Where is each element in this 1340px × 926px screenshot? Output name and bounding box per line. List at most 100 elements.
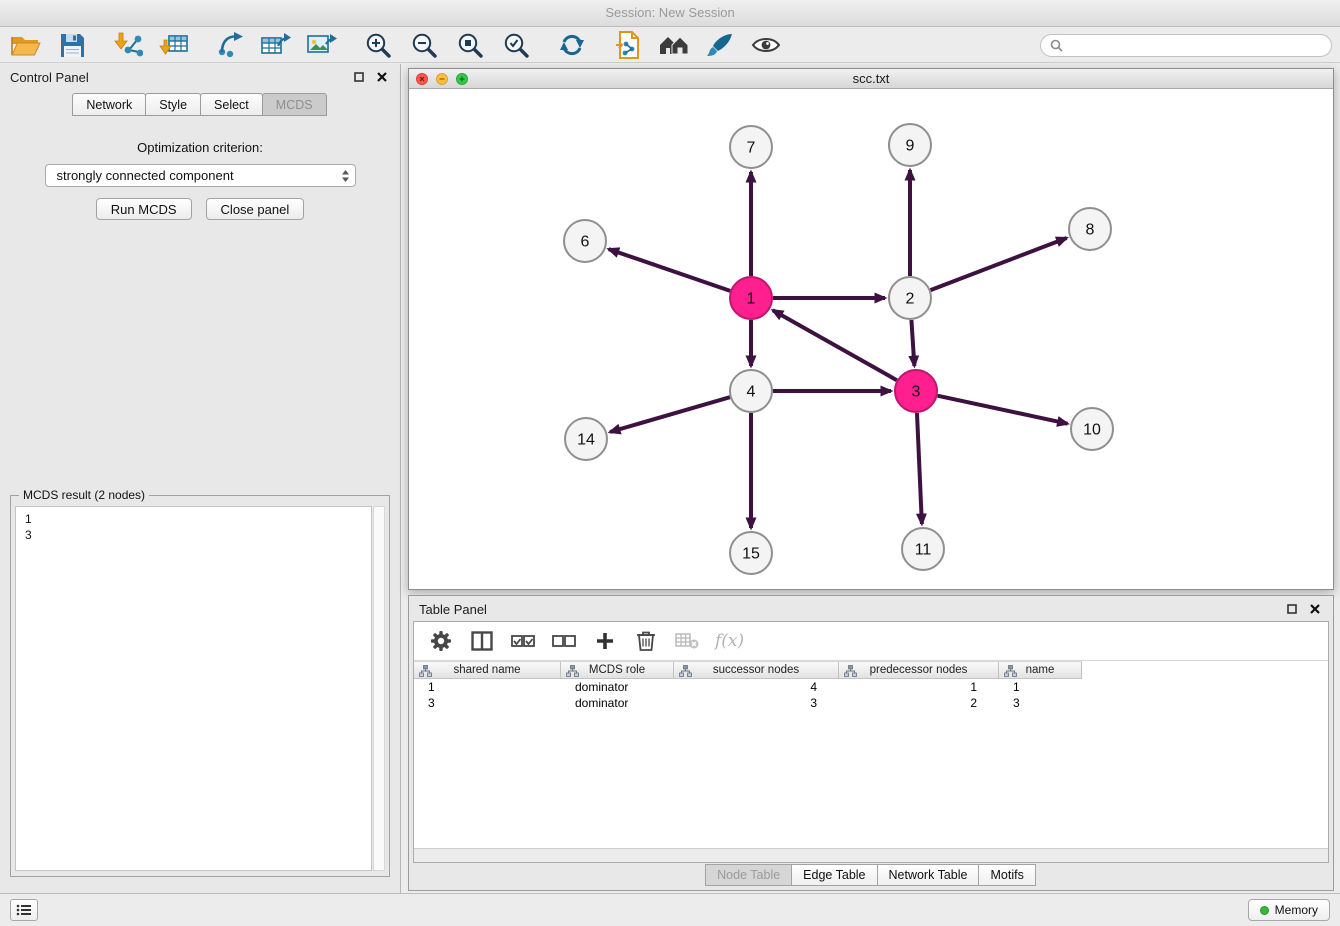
home-button[interactable]: [656, 30, 692, 60]
import-network-button[interactable]: [110, 30, 146, 60]
column-header-successor-nodes[interactable]: successor nodes: [674, 661, 839, 679]
run-mcds-button[interactable]: Run MCDS: [96, 198, 192, 220]
memory-button[interactable]: Memory: [1248, 899, 1330, 921]
attribute-tree-icon: [1004, 665, 1017, 677]
search-box[interactable]: [1040, 34, 1332, 57]
delete-table-button[interactable]: [674, 628, 700, 654]
zoom-fit-button[interactable]: [452, 30, 488, 60]
network-document-button[interactable]: [610, 30, 646, 60]
table-cell[interactable]: 1: [999, 679, 1082, 695]
graph-node-label-8: 8: [1086, 222, 1095, 239]
control-panel-title: Control Panel: [10, 70, 89, 85]
zoom-selected-button[interactable]: [498, 30, 534, 60]
zoom-out-button[interactable]: [406, 30, 442, 60]
graph-edge-3-11[interactable]: [917, 413, 922, 524]
graph-node-label-14: 14: [577, 432, 595, 449]
minimize-window-button[interactable]: [436, 73, 448, 85]
open-session-button[interactable]: [8, 30, 44, 60]
control-panel-tab-mcds[interactable]: MCDS: [262, 93, 327, 116]
add-column-button[interactable]: [592, 628, 618, 654]
window-controls: [416, 73, 468, 85]
show-columns-button[interactable]: [469, 628, 495, 654]
close-panel-button[interactable]: Close panel: [206, 198, 305, 220]
table-cell[interactable]: 1: [414, 679, 561, 695]
eye-icon: [751, 35, 781, 55]
close-icon: [377, 72, 387, 82]
control-panel-tab-network[interactable]: Network: [72, 93, 146, 116]
graph-node-label-7: 7: [747, 140, 756, 157]
graph-edge-1-6[interactable]: [609, 249, 731, 291]
graph-edge-3-10[interactable]: [938, 396, 1068, 424]
style-button[interactable]: [702, 30, 738, 60]
export-network-button[interactable]: [212, 30, 248, 60]
table-cell[interactable]: 3: [674, 695, 839, 711]
graph-edge-3-1[interactable]: [773, 310, 897, 380]
close-control-panel-button[interactable]: [374, 69, 390, 85]
zoom-out-icon: [411, 32, 437, 58]
control-panel-tab-style[interactable]: Style: [145, 93, 201, 116]
table-cell[interactable]: 4: [674, 679, 839, 695]
network-document-icon: [615, 31, 641, 59]
graph-edge-2-8[interactable]: [931, 238, 1067, 290]
style-brush-icon: [706, 32, 734, 58]
table-cell[interactable]: 2: [839, 695, 999, 711]
float-panel-button[interactable]: [351, 69, 367, 85]
table-toolbar: f(x): [414, 622, 1328, 661]
search-icon: [1050, 39, 1063, 52]
table-cell[interactable]: dominator: [561, 679, 674, 695]
zoom-tool-group: [360, 30, 534, 60]
float-window-icon: [354, 72, 364, 82]
search-input[interactable]: [1068, 38, 1322, 52]
table-tab-edge-table[interactable]: Edge Table: [791, 864, 877, 886]
column-header-name[interactable]: name: [999, 661, 1082, 679]
optimization-criterion-dropdown[interactable]: strongly connected component: [45, 164, 356, 187]
mcds-result-list[interactable]: 13: [15, 506, 372, 871]
result-scrollbar[interactable]: [373, 506, 385, 871]
close-window-button[interactable]: [416, 73, 428, 85]
panels-menu-button[interactable]: [10, 899, 38, 921]
table-cell[interactable]: 1: [839, 679, 999, 695]
table-cell[interactable]: 3: [999, 695, 1082, 711]
close-table-panel-button[interactable]: [1307, 601, 1323, 617]
list-icon: [16, 904, 32, 916]
graph-node-label-11: 11: [915, 542, 932, 559]
column-header-predecessor-nodes[interactable]: predecessor nodes: [839, 661, 999, 679]
table-body: 1dominator4113dominator323: [414, 679, 1328, 711]
table-row[interactable]: 3dominator323: [414, 695, 1328, 711]
import-table-button[interactable]: [156, 30, 192, 60]
graph-edge-2-3[interactable]: [911, 320, 914, 366]
mcds-result-item[interactable]: 3: [25, 527, 362, 543]
network-canvas[interactable]: 7968124314101511: [409, 89, 1333, 589]
table-tab-network-table[interactable]: Network Table: [877, 864, 980, 886]
network-window-titlebar[interactable]: scc.txt: [409, 69, 1333, 89]
graph-edge-4-14[interactable]: [610, 397, 730, 432]
column-header-shared-name[interactable]: shared name: [414, 661, 561, 679]
refresh-button[interactable]: [554, 30, 590, 60]
function-builder-button[interactable]: f(x): [715, 631, 744, 651]
show-graphics-button[interactable]: [748, 30, 784, 60]
column-header-MCDS-role[interactable]: MCDS role: [561, 661, 674, 679]
table-row[interactable]: 1dominator411: [414, 679, 1328, 695]
unselect-all-columns-button[interactable]: [551, 628, 577, 654]
zoom-in-button[interactable]: [360, 30, 396, 60]
select-all-columns-button[interactable]: [510, 628, 536, 654]
maximize-window-button[interactable]: [456, 73, 468, 85]
delete-column-button[interactable]: [633, 628, 659, 654]
table-tab-motifs[interactable]: Motifs: [978, 864, 1035, 886]
attribute-tree-icon: [419, 665, 432, 677]
save-session-button[interactable]: [54, 30, 90, 60]
graph-node-label-6: 6: [581, 234, 590, 251]
table-tab-node-table[interactable]: Node Table: [705, 864, 792, 886]
float-table-panel-button[interactable]: [1284, 601, 1300, 617]
mcds-result-item[interactable]: 1: [25, 511, 362, 527]
export-table-button[interactable]: [258, 30, 294, 60]
export-image-icon: [307, 32, 337, 58]
table-cell[interactable]: 3: [414, 695, 561, 711]
close-icon: [1310, 604, 1320, 614]
table-settings-button[interactable]: [428, 628, 454, 654]
control-panel-tab-select[interactable]: Select: [200, 93, 263, 116]
export-image-button[interactable]: [304, 30, 340, 60]
table-horizontal-scrollbar[interactable]: [414, 848, 1328, 862]
table-cell[interactable]: dominator: [561, 695, 674, 711]
network-graph[interactable]: 7968124314101511: [409, 89, 1333, 589]
